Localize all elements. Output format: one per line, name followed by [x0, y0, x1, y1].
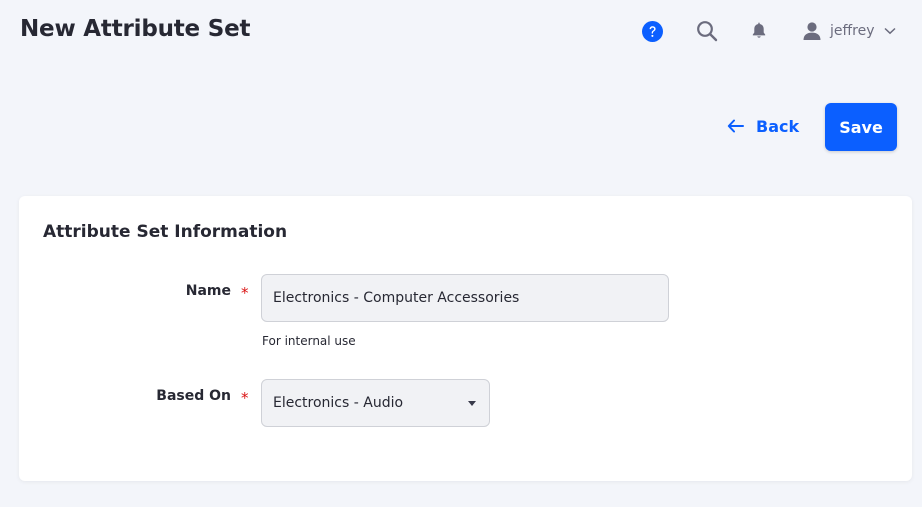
- user-name: jeffrey: [830, 23, 875, 39]
- attribute-set-card: Attribute Set Information Name * For int…: [19, 196, 912, 481]
- user-icon: [803, 22, 821, 40]
- bell-icon: [752, 22, 766, 38]
- help-button[interactable]: [639, 18, 665, 44]
- help-icon: [641, 20, 663, 42]
- name-label: Name: [185, 283, 231, 299]
- user-menu[interactable]: jeffrey: [802, 18, 896, 44]
- required-mark: *: [241, 284, 249, 302]
- caret-down-icon: [468, 400, 476, 406]
- based-on-select[interactable]: Electronics - Audio: [261, 379, 490, 427]
- search-button[interactable]: [694, 18, 720, 44]
- based-on-label: Based On: [156, 388, 231, 404]
- notifications-button[interactable]: [746, 18, 772, 44]
- name-help-text: For internal use: [262, 334, 356, 348]
- search-icon: [697, 21, 718, 42]
- page-title: New Attribute Set: [20, 16, 251, 42]
- back-label: Back: [756, 116, 800, 136]
- back-button[interactable]: Back: [727, 113, 799, 139]
- page: New Attribute Set jeffrey Back Save Attr…: [0, 0, 922, 507]
- based-on-value: Electronics - Audio: [273, 395, 404, 411]
- chevron-down-icon: [883, 27, 896, 35]
- save-button[interactable]: Save: [825, 103, 897, 151]
- name-input[interactable]: [261, 274, 669, 322]
- required-mark: *: [241, 389, 249, 407]
- card-title: Attribute Set Information: [43, 222, 288, 242]
- arrow-left-icon: [727, 119, 744, 133]
